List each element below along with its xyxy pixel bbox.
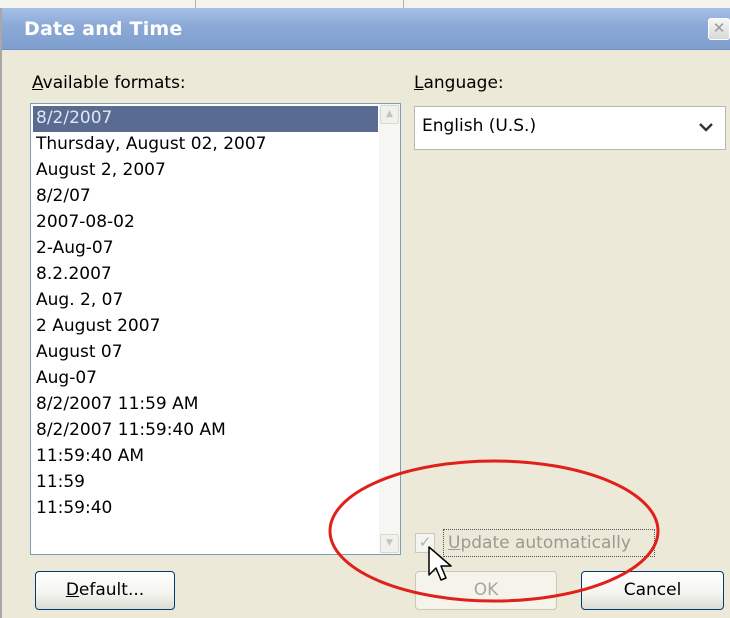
formats-label-accel: A <box>32 73 43 93</box>
format-list-item[interactable]: 8/2/2007 <box>33 106 378 132</box>
update-automatically-label[interactable]: Update automatically <box>443 529 655 557</box>
format-list-item[interactable]: 11:59 <box>33 470 378 496</box>
chevron-down-icon[interactable] <box>697 119 715 137</box>
cancel-button[interactable]: Cancel <box>581 571 724 610</box>
format-list-item[interactable]: 11:59:40 <box>33 496 378 522</box>
default-button-accel: D <box>65 580 79 600</box>
close-icon[interactable]: ✕ <box>708 18 730 40</box>
formats-list-items: 8/2/2007 Thursday, August 02, 2007 August … <box>31 104 380 554</box>
format-list-item[interactable]: 2-Aug-07 <box>33 236 378 262</box>
format-list-item[interactable]: 2007-08-02 <box>33 210 378 236</box>
dialog-title: Date and Time <box>24 18 183 40</box>
format-list-item[interactable]: 2 August 2007 <box>33 314 378 340</box>
separator <box>195 0 196 8</box>
format-list-item[interactable]: Thursday, August 02, 2007 <box>33 132 378 158</box>
format-list-item[interactable]: Aug. 2, 07 <box>33 288 378 314</box>
default-button-rest: efault... <box>78 580 145 600</box>
default-button[interactable]: Default... <box>35 571 175 610</box>
language-label-rest: anguage: <box>423 73 504 93</box>
language-select[interactable]: English (U.S.) <box>414 106 726 150</box>
date-time-dialog: Date and Time ✕ Available formats: Langu… <box>0 8 730 618</box>
format-list-item[interactable]: 8/2/07 <box>33 184 378 210</box>
parent-window-edge <box>0 0 730 8</box>
formats-list[interactable]: 8/2/2007 Thursday, August 02, 2007 August … <box>30 103 401 555</box>
format-list-item[interactable]: August 07 <box>33 340 378 366</box>
scroll-up-icon[interactable]: ▲ <box>380 105 399 124</box>
format-list-item[interactable]: 8/2/2007 11:59:40 AM <box>33 418 378 444</box>
format-list-item[interactable]: Aug-07 <box>33 366 378 392</box>
mouse-pointer-icon <box>428 546 452 581</box>
update-label-rest: pdate automatically <box>460 533 631 553</box>
language-label: Language: <box>414 73 504 93</box>
format-list-item[interactable]: 8.2.2007 <box>33 262 378 288</box>
format-list-item[interactable]: August 2, 2007 <box>33 158 378 184</box>
vertical-scrollbar[interactable]: ▲ ▼ <box>379 104 400 554</box>
format-list-item[interactable]: 8/2/2007 11:59 AM <box>33 392 378 418</box>
format-list-item[interactable]: 11:59:40 AM <box>33 444 378 470</box>
title-bar[interactable]: Date and Time ✕ <box>2 8 730 50</box>
formats-label-rest: vailable formats: <box>42 73 186 93</box>
separator <box>403 0 404 8</box>
scroll-down-icon[interactable]: ▼ <box>380 534 399 553</box>
formats-label: Available formats: <box>32 73 186 93</box>
language-value: English (U.S.) <box>422 116 537 136</box>
